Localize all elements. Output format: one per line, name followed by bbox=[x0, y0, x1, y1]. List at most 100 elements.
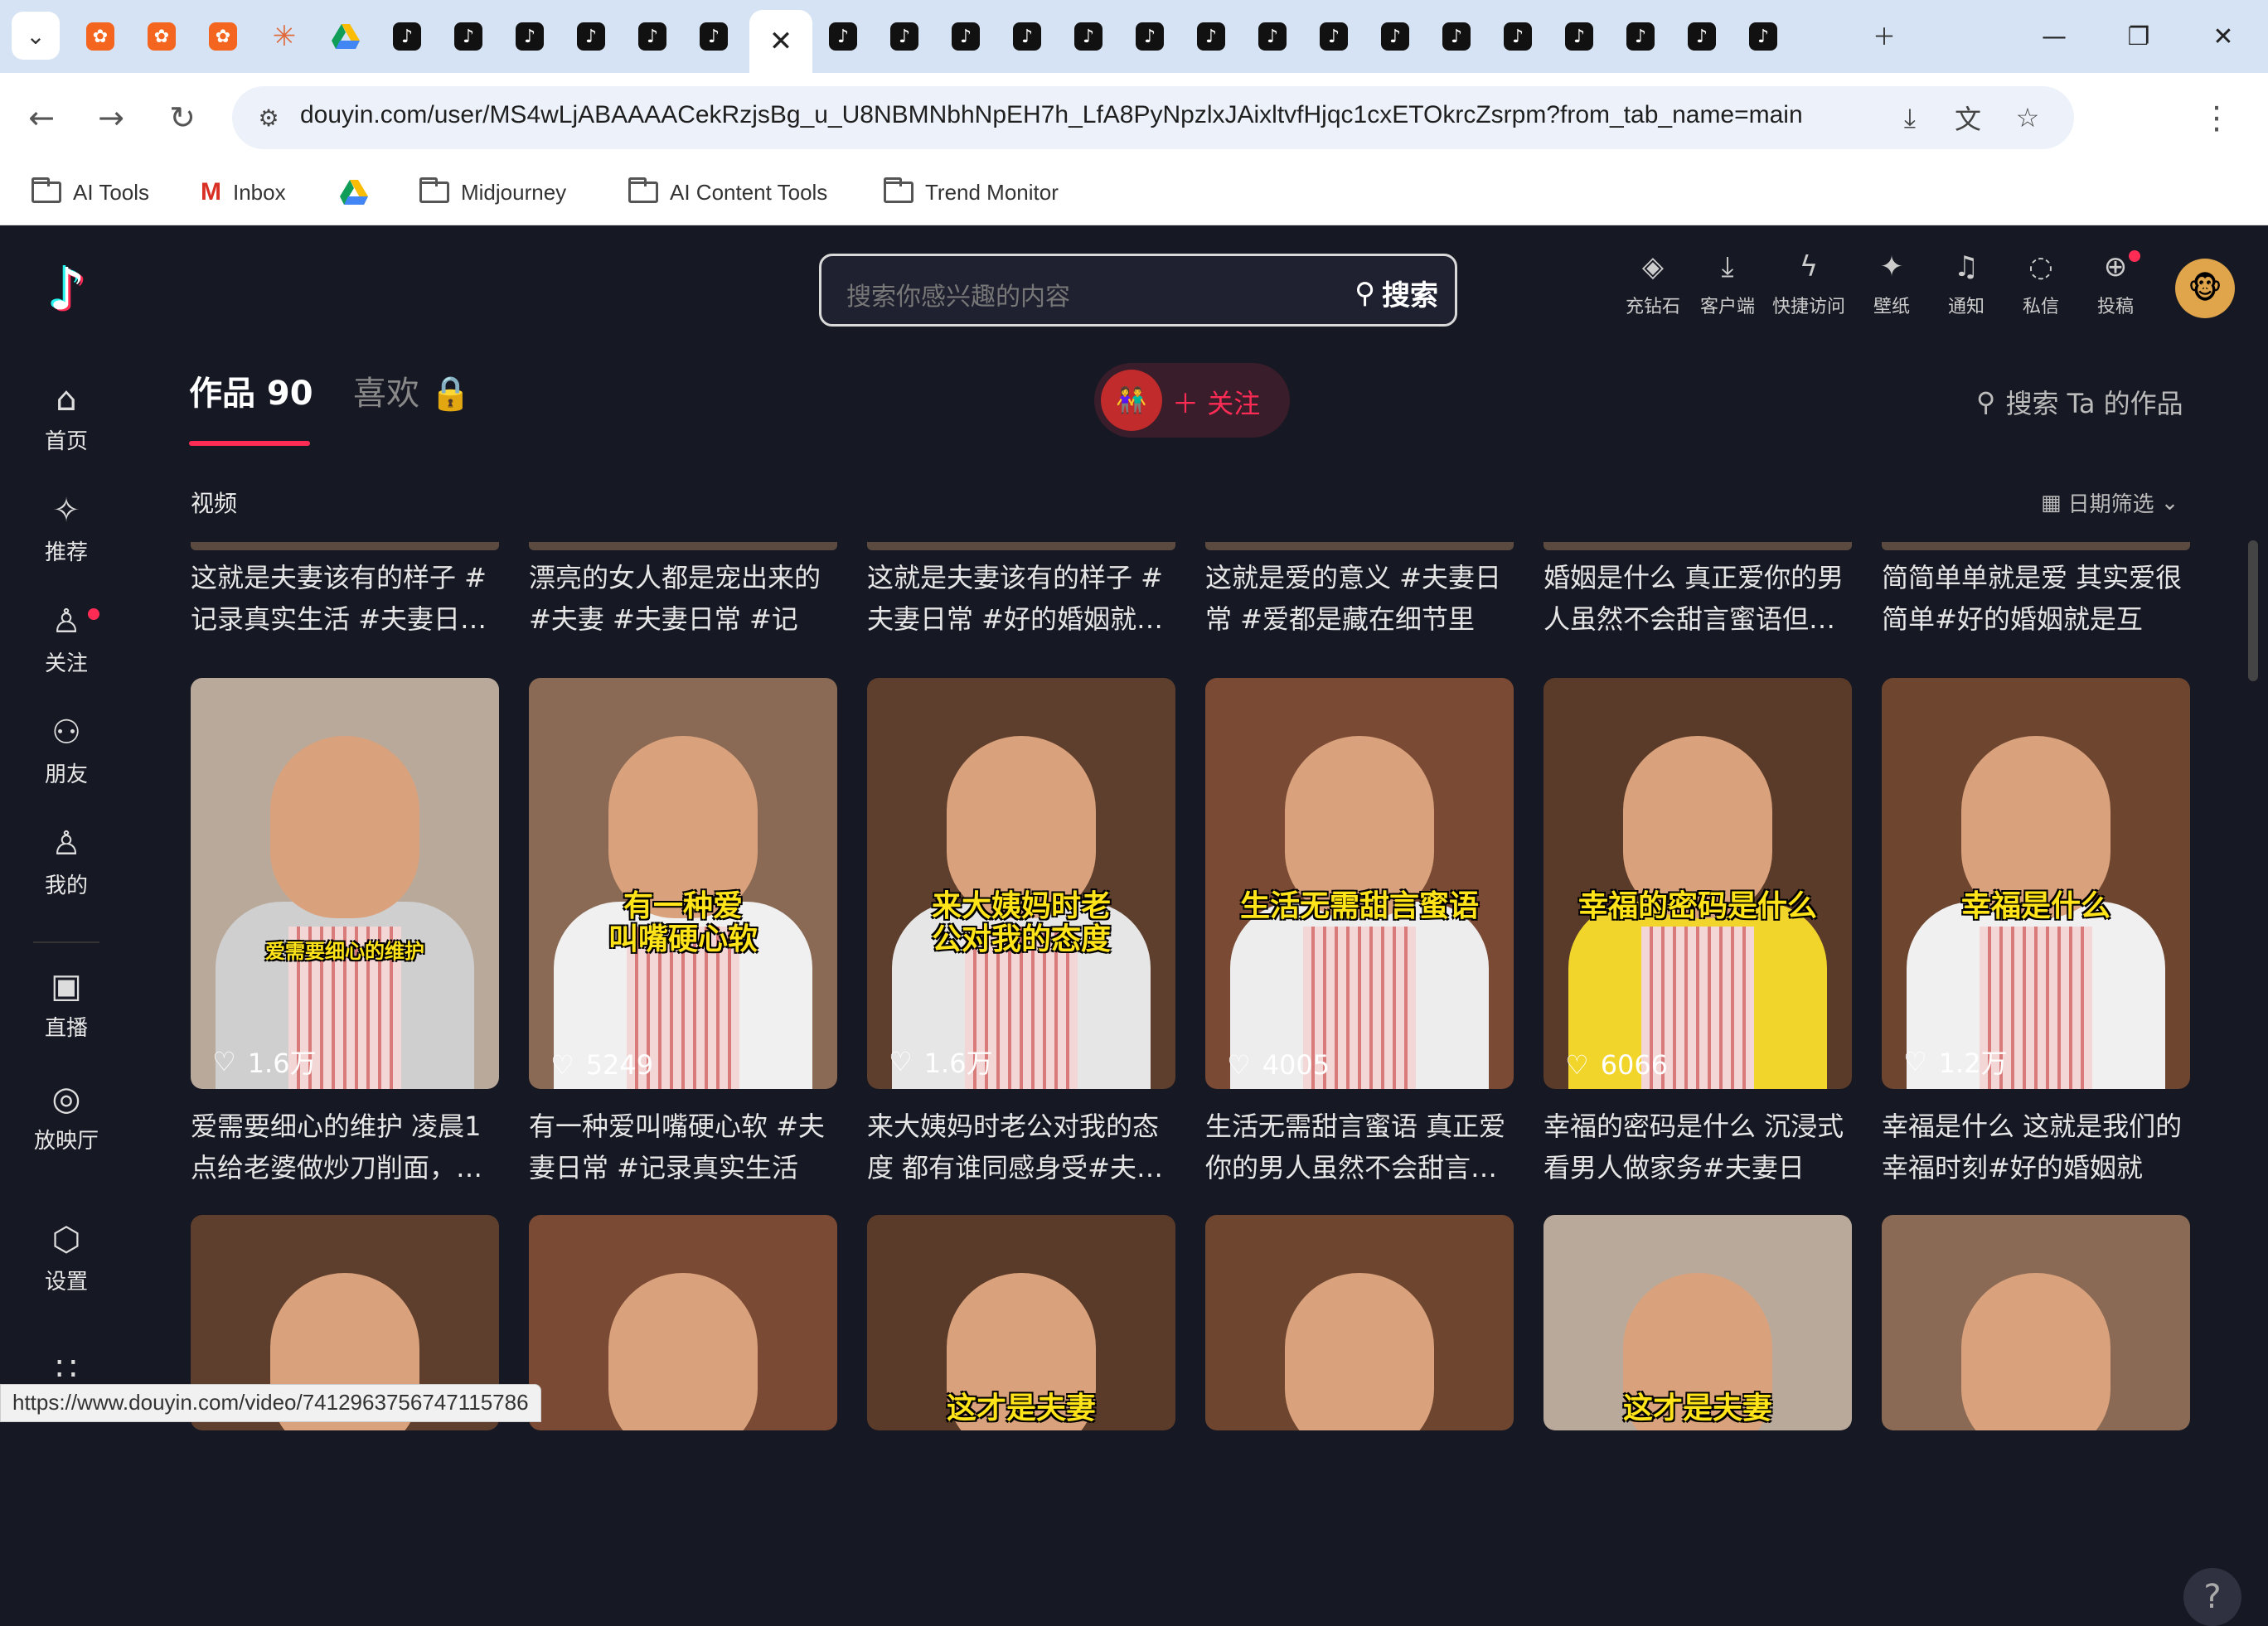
tab-works[interactable]: 作品 90 bbox=[189, 366, 313, 414]
browser-tab[interactable]: ✕ bbox=[749, 10, 812, 73]
video-title[interactable]: 幸福是什么 这就是我们的幸福时刻#好的婚姻就是… bbox=[1882, 1106, 2190, 1188]
help-icon[interactable]: ? bbox=[2183, 1568, 2241, 1626]
video-title[interactable]: 有一种爱叫嘴硬心软 #夫妻日常 #记录真实生活 #… bbox=[529, 1106, 837, 1188]
video-thumbnail[interactable]: 这才是夫妻 bbox=[867, 1215, 1175, 1430]
install-app-icon[interactable]: ⤓ bbox=[1890, 98, 1930, 138]
video-thumbnail[interactable] bbox=[1205, 542, 1514, 550]
browser-tab[interactable]: ✿ bbox=[134, 13, 189, 60]
header-action-upload[interactable]: ⊕ 投稿 bbox=[2076, 250, 2155, 333]
menu-icon[interactable]: ⋮ bbox=[2192, 93, 2241, 143]
video-thumbnail[interactable] bbox=[867, 542, 1175, 550]
video-title[interactable]: 幸福的密码是什么 沉浸式看男人做家务#夫妻日常… bbox=[1544, 1106, 1852, 1188]
new-tab-button[interactable]: ＋ bbox=[1860, 12, 1908, 60]
video-thumbnail[interactable]: 生活无需甜言蜜语 ♡ 4005 bbox=[1205, 678, 1514, 1089]
video-title[interactable]: 这就是夫妻该有的样子 #夫妻日常 #好的婚姻就… bbox=[867, 557, 1175, 640]
video-title[interactable]: 来大姨妈时老公对我的态度 都有谁同感身受#夫… bbox=[867, 1106, 1175, 1188]
browser-tab[interactable]: ♪ bbox=[1245, 13, 1300, 60]
header-action-diamond[interactable]: ◈ 充钻石 bbox=[1613, 250, 1693, 333]
browser-tab[interactable]: ♪ bbox=[1184, 13, 1238, 60]
video-title[interactable]: 婚姻是什么 真正爱你的男人虽然不会甜言蜜语但… bbox=[1544, 557, 1852, 640]
minimize-button[interactable]: — bbox=[2014, 7, 2094, 66]
browser-tab[interactable]: ♪ bbox=[1429, 13, 1484, 60]
video-thumbnail[interactable]: 爱需要细心的维护 ♡ 1.6万 bbox=[191, 678, 499, 1089]
video-title[interactable]: 这就是夫妻该有的样子 #记录真实生活 #夫妻日… bbox=[191, 557, 499, 640]
browser-tab[interactable]: ♪ bbox=[1306, 13, 1361, 60]
scrollbar[interactable] bbox=[2248, 540, 2258, 681]
sidebar-item-设置[interactable]: ⬡ 设置 bbox=[0, 1208, 133, 1308]
video-thumbnail[interactable] bbox=[1882, 542, 2190, 550]
video-title[interactable]: 简简单单就是爱 其实爱很简单#好的婚姻就是互相… bbox=[1882, 557, 2190, 640]
video-thumbnail[interactable] bbox=[1882, 1215, 2190, 1430]
bookmark-item[interactable]: AI Content Tools bbox=[628, 174, 827, 211]
site-info-icon[interactable]: ⚙ bbox=[247, 96, 290, 139]
tab-likes[interactable]: 喜欢 🔒 bbox=[353, 366, 472, 414]
browser-tab[interactable] bbox=[318, 13, 373, 60]
sidebar-item-推荐[interactable]: ✧ 推荐 bbox=[0, 479, 133, 578]
browser-tab[interactable]: ✳ bbox=[257, 13, 312, 60]
video-thumbnail[interactable]: 幸福是什么 ♡ 1.2万 bbox=[1882, 678, 2190, 1089]
header-action-wallpaper[interactable]: ✦ 壁纸 bbox=[1852, 250, 1931, 333]
sidebar-item-放映厅[interactable]: ◎ 放映厅 bbox=[0, 1067, 133, 1167]
browser-tab[interactable]: ♪ bbox=[1122, 13, 1177, 60]
bookmark-item[interactable]: Midjourney bbox=[419, 174, 566, 211]
video-thumbnail[interactable]: 这才是夫妻 bbox=[1544, 1215, 1852, 1430]
tab-search-button[interactable]: ⌄ bbox=[12, 12, 60, 60]
address-bar[interactable]: ⚙ douyin.com/user/MS4wLjABAAAACekRzjsBg_… bbox=[232, 86, 2074, 149]
browser-tab[interactable]: ♪ bbox=[1674, 13, 1729, 60]
sidebar-item-关注[interactable]: ♙ 关注 bbox=[0, 590, 133, 690]
sidebar-item-朋友[interactable]: ⚇ 朋友 bbox=[0, 701, 133, 801]
translate-icon[interactable]: 文 bbox=[1948, 98, 1988, 138]
browser-tab[interactable]: ✿ bbox=[73, 13, 128, 60]
browser-tab[interactable]: ✿ bbox=[196, 13, 250, 60]
search-button[interactable]: ⚲ 搜索 bbox=[1354, 273, 1438, 313]
browser-tab[interactable]: ♪ bbox=[564, 13, 618, 60]
browser-tab[interactable]: ♪ bbox=[1613, 13, 1668, 60]
header-action-download[interactable]: ⤓ 客户端 bbox=[1688, 250, 1767, 333]
browser-tab[interactable]: ♪ bbox=[877, 13, 932, 60]
bookmark-item[interactable]: AI Tools bbox=[32, 174, 149, 211]
browser-tab[interactable]: ♪ bbox=[625, 13, 680, 60]
reload-button[interactable]: ↻ bbox=[158, 93, 207, 143]
close-window-button[interactable]: ✕ bbox=[2183, 7, 2263, 66]
browser-tab[interactable]: ♪ bbox=[686, 13, 741, 60]
bookmark-item[interactable] bbox=[340, 174, 368, 211]
video-thumbnail[interactable]: 来大姨妈时老 公对我的态度 ♡ 1.6万 bbox=[867, 678, 1175, 1089]
forward-button[interactable]: → bbox=[86, 93, 136, 143]
browser-tab[interactable]: ♪ bbox=[1552, 13, 1606, 60]
video-title[interactable]: 漂亮的女人都是宠出来的 #夫妻 #夫妻日常 #记录… bbox=[529, 557, 837, 640]
restore-button[interactable]: ❐ bbox=[2099, 7, 2178, 66]
browser-tab[interactable]: ♪ bbox=[1736, 13, 1791, 60]
video-thumbnail[interactable] bbox=[529, 1215, 837, 1430]
bookmark-item[interactable]: Trend Monitor bbox=[884, 174, 1059, 211]
browser-tab[interactable]: ♪ bbox=[1061, 13, 1116, 60]
browser-tab[interactable]: ♪ bbox=[938, 13, 993, 60]
sidebar-item-我的[interactable]: ♙ 我的 bbox=[0, 812, 133, 912]
url-text[interactable]: douyin.com/user/MS4wLjABAAAACekRzjsBg_u_… bbox=[300, 101, 1803, 129]
header-action-message[interactable]: ◌ 私信 bbox=[2001, 250, 2081, 333]
browser-tab[interactable]: ♪ bbox=[1000, 13, 1054, 60]
video-thumbnail[interactable]: 幸福的密码是什么 ♡ 6066 bbox=[1544, 678, 1852, 1089]
search-works-button[interactable]: ⚲ 搜索 Ta 的作品 bbox=[1976, 383, 2183, 421]
browser-tab[interactable]: ♪ bbox=[1368, 13, 1422, 60]
bookmark-item[interactable]: M Inbox bbox=[201, 174, 286, 211]
sidebar-item-首页[interactable]: ⌂ 首页 bbox=[0, 368, 133, 467]
avatar[interactable]: 🐵 bbox=[2175, 259, 2235, 318]
search-box[interactable]: 搜索你感兴趣的内容 ⚲ 搜索 bbox=[819, 254, 1457, 327]
video-thumbnail[interactable] bbox=[191, 542, 499, 550]
video-title[interactable]: 这就是爱的意义 #夫妻日常 #爱都是藏在细节里 #… bbox=[1205, 557, 1514, 640]
tab-close-icon[interactable]: ✕ bbox=[767, 25, 795, 58]
search-input[interactable]: 搜索你感兴趣的内容 bbox=[846, 276, 1070, 312]
header-action-bell[interactable]: ♫ 通知 bbox=[1926, 250, 2006, 333]
sidebar-item-直播[interactable]: ▣ 直播 bbox=[0, 955, 133, 1054]
browser-tab[interactable]: ♪ bbox=[502, 13, 557, 60]
bookmark-star-icon[interactable]: ☆ bbox=[2008, 98, 2048, 138]
douyin-logo-icon[interactable]: ♪ bbox=[33, 255, 101, 323]
follow-button[interactable]: 👫 ＋ 关注 bbox=[1094, 363, 1290, 438]
browser-tab[interactable]: ♪ bbox=[1490, 13, 1545, 60]
date-filter-dropdown[interactable]: ▦ 日期筛选 ⌄ bbox=[2041, 487, 2178, 518]
back-button[interactable]: ← bbox=[17, 93, 66, 143]
video-title[interactable]: 爱需要细心的维护 凌晨1点给老婆做炒刀削面，… bbox=[191, 1106, 499, 1188]
browser-tab[interactable]: ♪ bbox=[441, 13, 496, 60]
header-action-lightning[interactable]: ϟ 快捷访问 bbox=[1769, 250, 1849, 333]
video-title[interactable]: 生活无需甜言蜜语 真正爱你的男人虽然不会甜言… bbox=[1205, 1106, 1514, 1188]
